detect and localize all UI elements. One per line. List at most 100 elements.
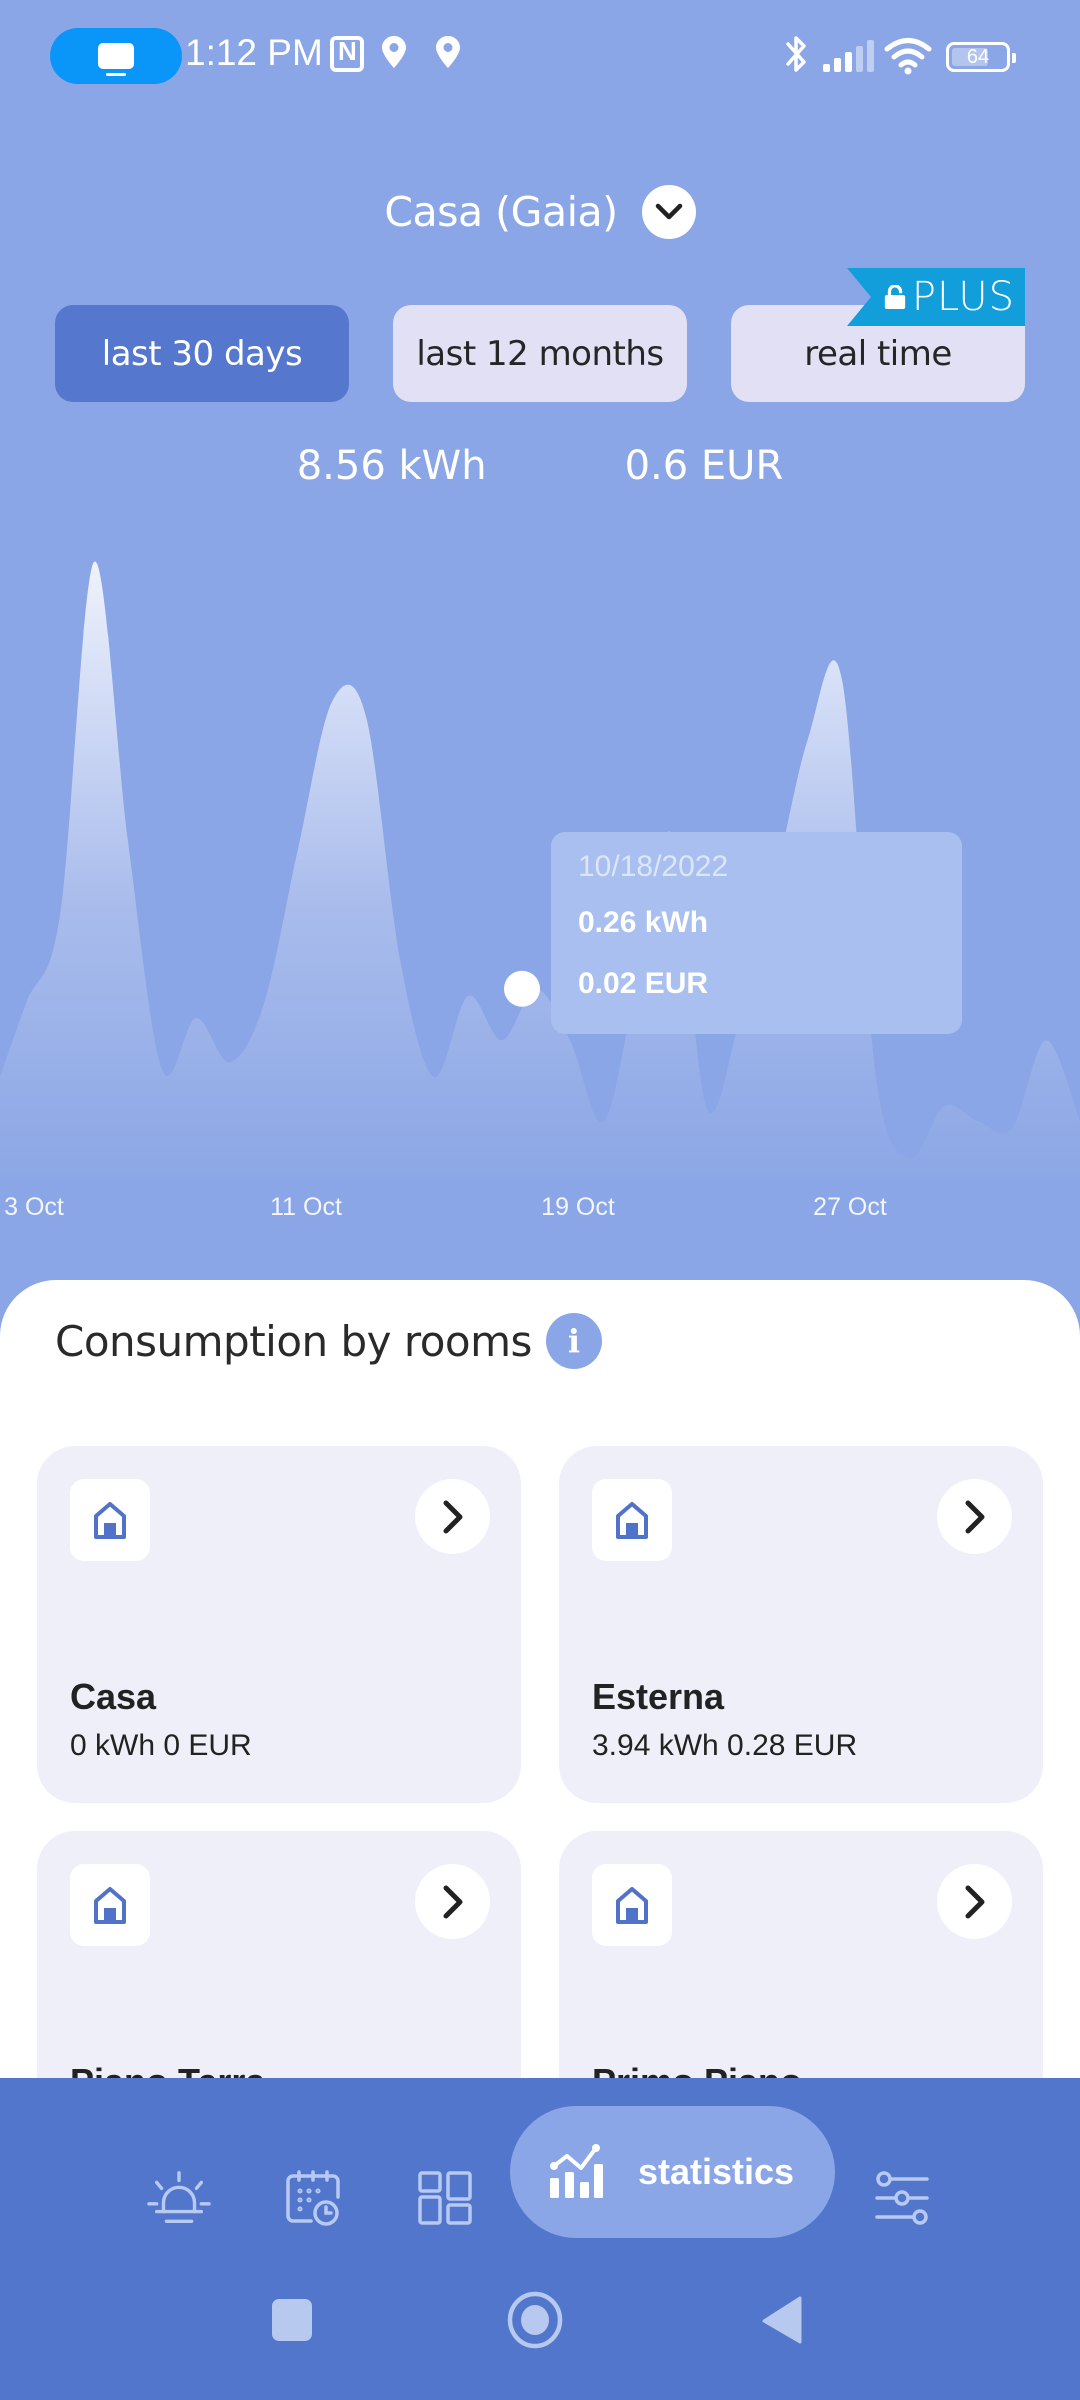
data-point[interactable] <box>488 1026 516 1054</box>
data-point[interactable] <box>998 1115 1026 1143</box>
total-cost: 0.6 EUR <box>624 443 784 489</box>
room-open-button[interactable] <box>937 1864 1012 1939</box>
tooltip-energy: 0.26 kWh <box>578 906 709 939</box>
data-point[interactable] <box>590 1107 618 1135</box>
back-icon <box>762 2296 802 2344</box>
data-point[interactable] <box>896 1144 924 1172</box>
tab-label: last 12 months <box>416 333 664 374</box>
nav-schedule[interactable] <box>281 2166 345 2230</box>
x-tick-label: 11 Oct <box>270 1193 342 1221</box>
room-name: Casa <box>70 1676 157 1717</box>
consumption-chart[interactable]: 10/18/2022 0.26 kWh 0.02 EUR 3 Oct 11 Oct… <box>0 540 1080 1240</box>
room-card[interactable]: Casa 0 kWh 0 EUR <box>37 1446 521 1803</box>
data-point[interactable] <box>182 1004 210 1032</box>
data-point[interactable] <box>828 666 856 694</box>
data-point[interactable] <box>284 835 312 863</box>
home-button[interactable] <box>505 2290 565 2350</box>
screen-cast-indicator[interactable] <box>50 28 182 84</box>
sliders-icon <box>875 2171 929 2225</box>
signal-icon <box>823 40 874 72</box>
recents-button[interactable] <box>262 2290 322 2350</box>
statistics-chart-icon <box>550 2144 603 2198</box>
data-point[interactable] <box>794 725 822 753</box>
data-point[interactable] <box>454 982 482 1010</box>
tab-label: real time <box>804 333 952 374</box>
room-icon-box <box>592 1479 672 1561</box>
data-point[interactable] <box>318 688 346 716</box>
room-icon-box <box>592 1864 672 1946</box>
data-point[interactable] <box>930 1092 958 1120</box>
rooms-grid: Casa0 kWh 0 EUREsterna3.94 kWh 0.28 EURP… <box>37 1446 1043 2188</box>
x-tick-label: 3 Oct <box>4 1193 64 1221</box>
room-consumption: 3.94 kWh 0.28 EUR <box>592 1729 858 1762</box>
chevron-down-icon <box>655 203 682 220</box>
data-point[interactable] <box>12 989 40 1017</box>
tab-real-time[interactable]: real time PLUS <box>731 268 1025 402</box>
data-point[interactable] <box>352 703 380 731</box>
location-icon <box>382 36 406 68</box>
tooltip-cost: 0.02 EUR <box>578 967 709 1000</box>
data-point[interactable] <box>386 945 414 973</box>
data-point[interactable] <box>46 901 74 929</box>
battery-icon: 64 <box>946 42 1016 72</box>
room-open-button[interactable] <box>415 1479 490 1554</box>
period-tabs: last 30 days last 12 months real time PL… <box>55 268 1025 402</box>
tab-last-30-days[interactable]: last 30 days <box>55 305 349 402</box>
nav-statistics[interactable]: statistics <box>510 2106 835 2238</box>
home-icon <box>94 1887 126 1924</box>
data-point[interactable] <box>420 1063 448 1091</box>
tab-last-12-months[interactable]: last 12 months <box>393 305 687 402</box>
room-icon-box <box>70 1479 150 1561</box>
highlighted-data-point[interactable] <box>504 970 540 1007</box>
data-point[interactable] <box>80 548 108 576</box>
home-icon <box>616 1502 648 1539</box>
bottom-navigation: statistics <box>0 2078 1080 2400</box>
info-icon[interactable]: i <box>545 1313 602 1369</box>
bluetooth-icon <box>786 36 806 72</box>
wifi-icon <box>884 38 932 75</box>
room-open-button[interactable] <box>415 1864 490 1939</box>
data-point[interactable] <box>114 828 142 856</box>
chevron-right-icon <box>965 1500 984 1533</box>
home-icon <box>616 1887 648 1924</box>
data-point[interactable] <box>250 989 278 1017</box>
chevron-right-icon <box>443 1885 462 1918</box>
chevron-right-icon <box>965 1885 984 1918</box>
status-time: 1:12 PM <box>185 32 323 73</box>
nfc-icon <box>330 36 364 72</box>
data-point[interactable] <box>148 1056 176 1084</box>
alarm-light-icon <box>147 2171 211 2223</box>
chart-tooltip: 10/18/2022 0.26 kWh 0.02 EUR <box>551 832 962 1034</box>
room-icon-box <box>70 1864 150 1946</box>
room-open-button[interactable] <box>937 1479 1012 1554</box>
x-tick-label: 19 Oct <box>541 1193 615 1221</box>
nav-dashboard[interactable] <box>413 2166 477 2230</box>
total-energy: 8.56 kWh <box>296 443 487 489</box>
nav-alarms[interactable] <box>147 2166 211 2230</box>
data-point[interactable] <box>1032 1026 1060 1054</box>
data-point[interactable] <box>862 1063 890 1091</box>
data-point[interactable] <box>964 1107 992 1135</box>
room-consumption: 0 kWh 0 EUR <box>70 1729 252 1762</box>
period-totals: 8.56 kWh 0.6 EUR <box>0 443 1080 489</box>
status-bar: 1:12 PM 64 <box>0 0 1080 110</box>
location-selector[interactable]: Casa (Gaia) <box>0 185 1080 239</box>
home-icon <box>507 2291 563 2349</box>
lock-open-icon <box>884 285 906 309</box>
data-point[interactable] <box>216 1048 244 1076</box>
room-card[interactable]: Esterna 3.94 kWh 0.28 EUR <box>559 1446 1043 1803</box>
location-icon <box>436 36 460 68</box>
room-name: Esterna <box>592 1676 725 1717</box>
nav-settings[interactable] <box>870 2166 934 2230</box>
nav-statistics-label: statistics <box>638 2151 795 2192</box>
data-point[interactable] <box>692 1092 720 1120</box>
rooms-section-header: Consumption by rooms i <box>55 1313 602 1369</box>
battery-level: 64 <box>966 45 990 68</box>
calendar-clock-icon <box>286 2170 340 2226</box>
x-tick-label: 27 Oct <box>813 1193 887 1221</box>
plus-badge: PLUS <box>847 268 1025 326</box>
dashboard-grid-icon <box>418 2171 472 2225</box>
tab-label: last 30 days <box>101 333 303 374</box>
location-dropdown-button[interactable] <box>641 185 696 239</box>
back-button[interactable] <box>752 2290 812 2350</box>
